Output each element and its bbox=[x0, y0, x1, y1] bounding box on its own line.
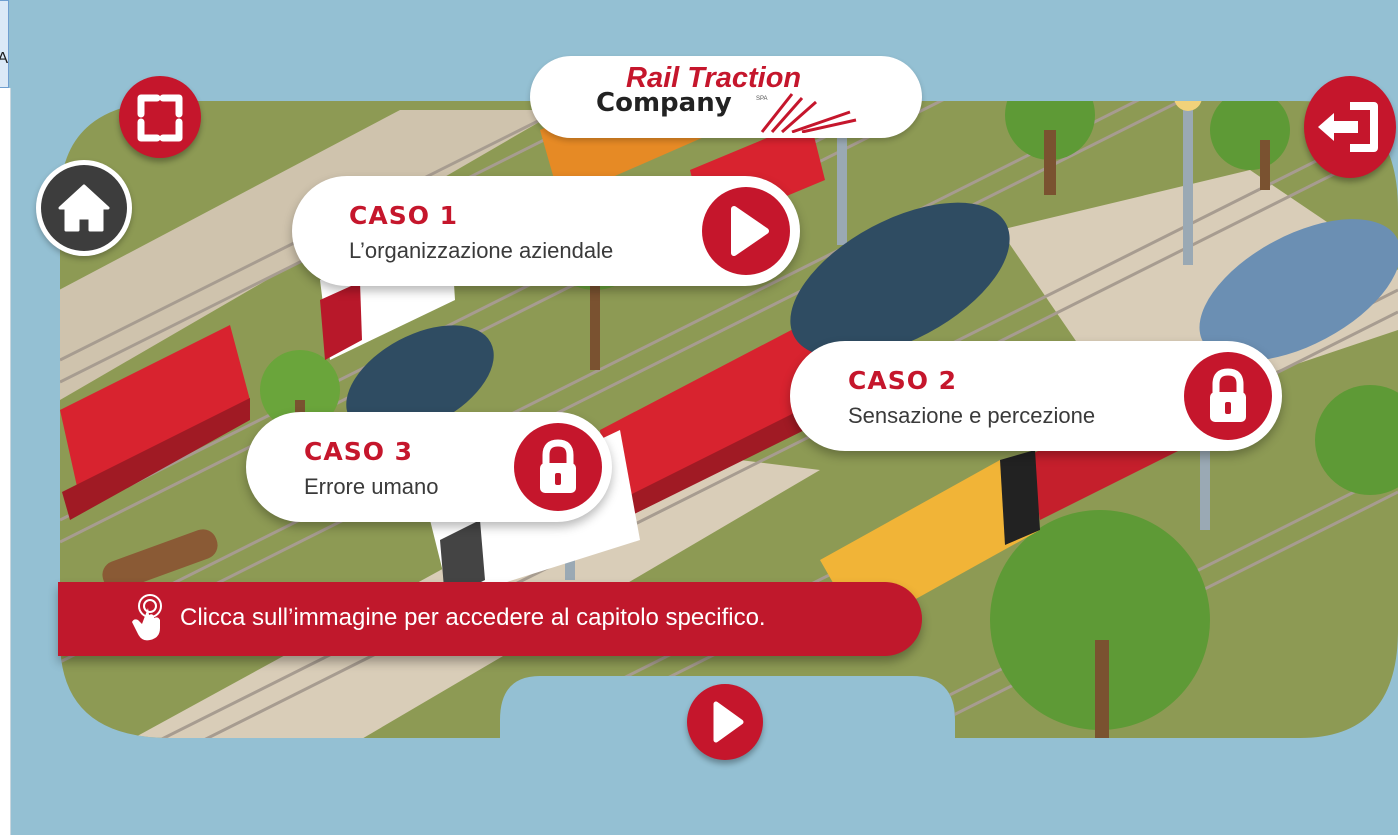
case-1-subtitle: L’organizzazione aziendale bbox=[349, 238, 614, 263]
home-icon bbox=[58, 184, 110, 232]
case-3-subtitle: Errore umano bbox=[304, 474, 439, 499]
case-2-lock-button[interactable] bbox=[1184, 352, 1272, 440]
exit-button[interactable] bbox=[1304, 76, 1396, 178]
home-button[interactable] bbox=[36, 160, 132, 256]
case-1-title: CASO 1 bbox=[349, 201, 459, 230]
tap-hand-icon bbox=[132, 594, 162, 641]
fullscreen-button[interactable] bbox=[119, 76, 201, 158]
next-button[interactable] bbox=[687, 684, 763, 760]
case-1-card[interactable]: CASO 1 L’organizzazione aziendale bbox=[292, 176, 800, 286]
lock-icon bbox=[1210, 368, 1246, 422]
case-2-card[interactable]: CASO 2 Sensazione e percezione bbox=[790, 341, 1282, 451]
play-icon bbox=[731, 206, 769, 256]
exit-icon bbox=[1318, 102, 1378, 152]
logo-company: Company bbox=[596, 88, 732, 118]
case-2-subtitle: Sensazione e percezione bbox=[848, 403, 1096, 428]
case-2-title: CASO 2 bbox=[848, 366, 958, 395]
case-3-lock-button[interactable] bbox=[514, 423, 602, 511]
play-icon bbox=[713, 701, 744, 743]
instruction-banner: Clicca sull’immagine per accedere al cap… bbox=[58, 582, 922, 656]
instruction-text: Clicca sull’immagine per accedere al cap… bbox=[180, 604, 766, 631]
company-logo: Rail Traction Company SPA bbox=[530, 56, 922, 138]
case-3-card[interactable]: CASO 3 Errore umano bbox=[246, 412, 612, 522]
case-3-title: CASO 3 bbox=[304, 437, 414, 466]
fullscreen-icon bbox=[137, 94, 183, 142]
lock-icon bbox=[540, 439, 576, 493]
logo-swoosh-icon bbox=[760, 93, 857, 133]
case-1-play-button[interactable] bbox=[702, 187, 790, 275]
